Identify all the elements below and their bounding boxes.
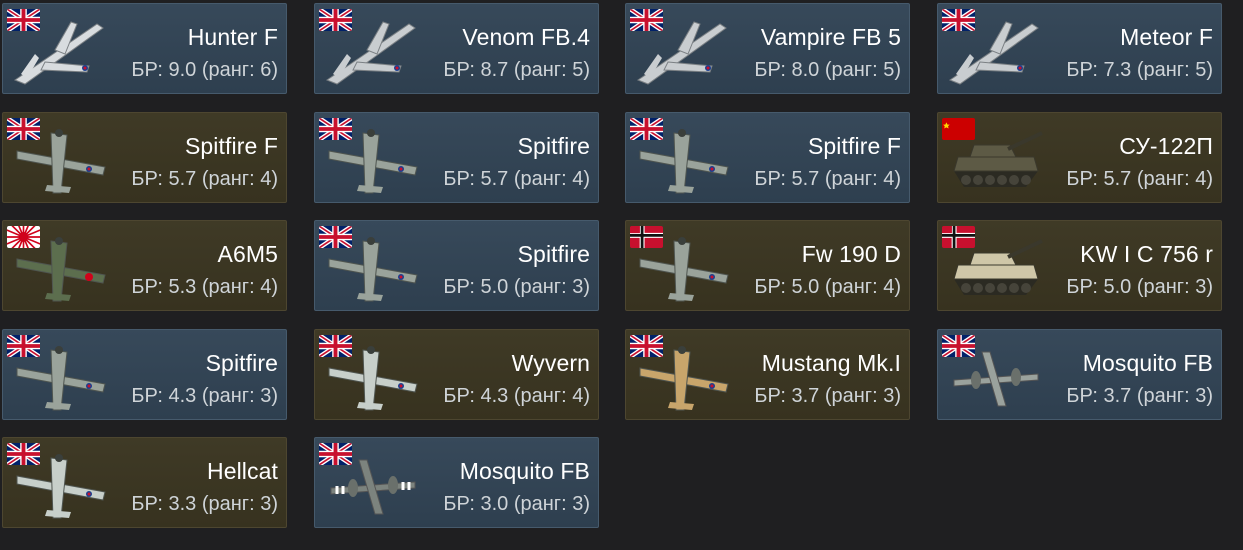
vehicle-battle-rating: БР: 8.7 (ранг: 5) — [443, 59, 590, 81]
vehicle-name: Fw 190 D — [801, 241, 901, 267]
vehicle-battle-rating: БР: 4.3 (ранг: 3) — [131, 385, 278, 407]
ussr-flag-icon — [942, 118, 975, 140]
vehicle-card[interactable]: Mosquito FB БР: 3.0 (ранг: 3) — [314, 437, 599, 528]
vehicle-card[interactable]: Spitfire БР: 5.7 (ранг: 4) — [314, 112, 599, 203]
vehicle-battle-rating: БР: 5.7 (ранг: 4) — [1066, 168, 1213, 190]
vehicle-name: Venom FB.4 — [462, 24, 590, 50]
vehicle-battle-rating: БР: 3.3 (ранг: 3) — [131, 493, 278, 515]
uk-flag-icon — [7, 443, 40, 465]
germany-flag-icon — [630, 226, 663, 248]
vehicle-name: Spitfire — [205, 350, 278, 376]
vehicle-card[interactable]: Hunter F БР: 9.0 (ранг: 6) — [2, 3, 287, 94]
uk-flag-icon — [319, 335, 352, 357]
vehicle-name: Mosquito FB — [459, 458, 590, 484]
vehicle-battle-rating: БР: 5.0 (ранг: 3) — [443, 276, 590, 298]
vehicle-battle-rating: БР: 5.7 (ранг: 4) — [754, 168, 901, 190]
vehicle-name: Wyvern — [511, 350, 590, 376]
uk-flag-icon — [319, 118, 352, 140]
vehicle-battle-rating: БР: 8.0 (ранг: 5) — [754, 59, 901, 81]
uk-flag-icon — [319, 443, 352, 465]
uk-flag-icon — [630, 118, 663, 140]
vehicle-card[interactable]: Wyvern БР: 4.3 (ранг: 4) — [314, 329, 599, 420]
uk-flag-icon — [7, 118, 40, 140]
uk-flag-icon — [319, 9, 352, 31]
vehicle-card[interactable]: Spitfire БР: 5.0 (ранг: 3) — [314, 220, 599, 311]
uk-flag-icon — [630, 9, 663, 31]
vehicle-name: СУ-122П — [1119, 133, 1213, 159]
vehicle-card[interactable]: A6M5 БР: 5.3 (ранг: 4) — [2, 220, 287, 311]
vehicle-name: Hellcat — [206, 458, 278, 484]
vehicle-name: Mustang Mk.I — [761, 350, 901, 376]
germany-flag-icon — [942, 226, 975, 248]
uk-flag-icon — [319, 226, 352, 248]
vehicle-battle-rating: БР: 5.3 (ранг: 4) — [131, 276, 278, 298]
vehicle-card[interactable]: Vampire FB 5 БР: 8.0 (ранг: 5) — [625, 3, 910, 94]
uk-flag-icon — [942, 9, 975, 31]
vehicle-battle-rating: БР: 5.7 (ранг: 4) — [443, 168, 590, 190]
vehicle-card[interactable]: Venom FB.4 БР: 8.7 (ранг: 5) — [314, 3, 599, 94]
vehicle-name: Spitfire F — [807, 133, 901, 159]
uk-flag-icon — [7, 335, 40, 357]
vehicle-battle-rating: БР: 4.3 (ранг: 4) — [443, 385, 590, 407]
vehicle-card[interactable]: Meteor F БР: 7.3 (ранг: 5) — [937, 3, 1222, 94]
japan-flag-icon — [7, 226, 40, 248]
vehicle-battle-rating: БР: 7.3 (ранг: 5) — [1066, 59, 1213, 81]
vehicle-card[interactable]: Spitfire F БР: 5.7 (ранг: 4) — [2, 112, 287, 203]
uk-flag-icon — [630, 335, 663, 357]
vehicle-battle-rating: БР: 3.0 (ранг: 3) — [443, 493, 590, 515]
vehicle-name: Spitfire — [517, 133, 590, 159]
vehicle-card[interactable]: СУ-122П БР: 5.7 (ранг: 4) — [937, 112, 1222, 203]
vehicle-battle-rating: БР: 5.7 (ранг: 4) — [131, 168, 278, 190]
vehicle-name: Meteor F — [1120, 24, 1213, 50]
vehicle-battle-rating: БР: 3.7 (ранг: 3) — [754, 385, 901, 407]
vehicle-card[interactable]: Mosquito FB БР: 3.7 (ранг: 3) — [937, 329, 1222, 420]
vehicle-card[interactable]: Spitfire F БР: 5.7 (ранг: 4) — [625, 112, 910, 203]
vehicle-name: Mosquito FB — [1082, 350, 1213, 376]
vehicle-card[interactable]: Fw 190 D БР: 5.0 (ранг: 4) — [625, 220, 910, 311]
vehicle-card[interactable]: Spitfire БР: 4.3 (ранг: 3) — [2, 329, 287, 420]
vehicle-card[interactable]: Hellcat БР: 3.3 (ранг: 3) — [2, 437, 287, 528]
vehicle-name: KW I C 756 r — [1080, 241, 1213, 267]
vehicle-battle-rating: БР: 5.0 (ранг: 3) — [1066, 276, 1213, 298]
vehicle-name: Spitfire F — [184, 133, 278, 159]
vehicle-name: Hunter F — [187, 24, 278, 50]
vehicle-name: A6M5 — [217, 241, 278, 267]
uk-flag-icon — [942, 335, 975, 357]
vehicle-name: Spitfire — [517, 241, 590, 267]
vehicle-battle-rating: БР: 3.7 (ранг: 3) — [1066, 385, 1213, 407]
vehicle-name: Vampire FB 5 — [760, 24, 901, 50]
vehicle-grid: Hunter F БР: 9.0 (ранг: 6) Venom FB.4 БР: … — [0, 0, 1243, 550]
uk-flag-icon — [7, 9, 40, 31]
vehicle-card[interactable]: KW I C 756 r БР: 5.0 (ранг: 3) — [937, 220, 1222, 311]
vehicle-card[interactable]: Mustang Mk.I БР: 3.7 (ранг: 3) — [625, 329, 910, 420]
vehicle-battle-rating: БР: 5.0 (ранг: 4) — [754, 276, 901, 298]
vehicle-battle-rating: БР: 9.0 (ранг: 6) — [131, 59, 278, 81]
